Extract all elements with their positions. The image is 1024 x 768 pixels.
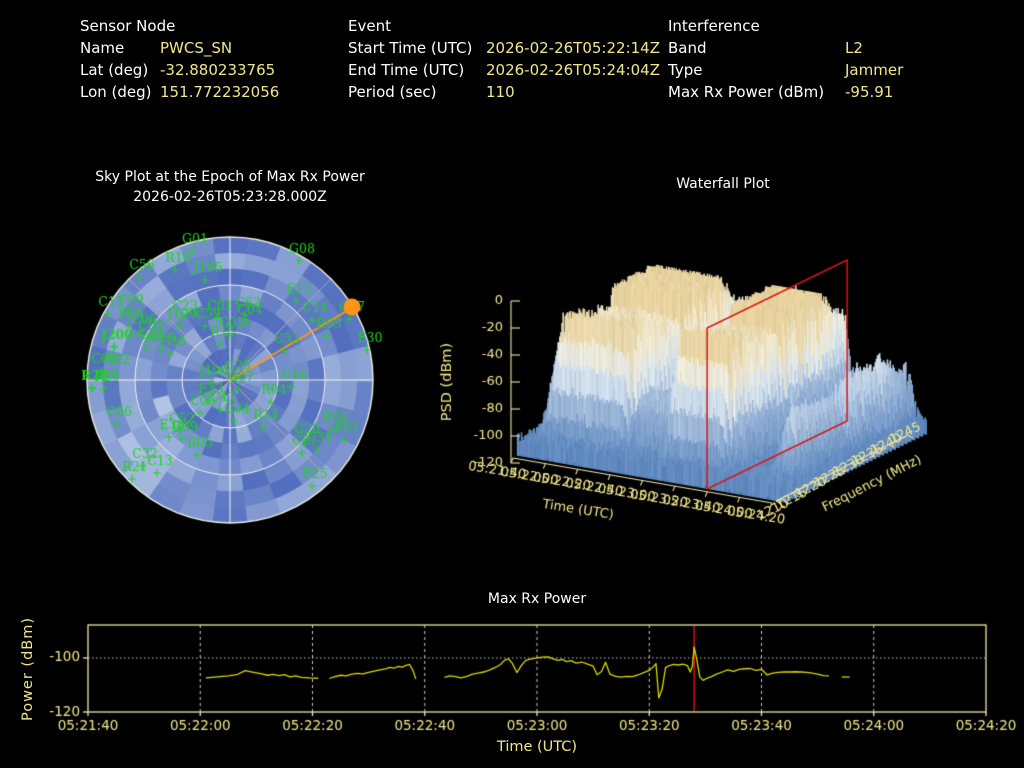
interference-power-value: -95.91 [845, 83, 894, 101]
dashboard: Sensor Node Name PWCS_SN Lat (deg) -32.8… [0, 0, 1024, 768]
sensor-lon-label: Lon (deg) [80, 83, 152, 101]
sensor-name-label: Name [80, 39, 125, 57]
sky-plot-subtitle: 2026-02-26T05:23:28.000Z [133, 189, 327, 205]
event-title: Event [348, 17, 391, 35]
power-y-axis-label: Power (dBm) [20, 616, 36, 722]
interference-title: Interference [668, 17, 760, 35]
waterfall-canvas [410, 180, 1024, 568]
interference-band-label: Band [668, 39, 707, 57]
event-period-value: 110 [486, 83, 515, 101]
interference-power-label: Max Rx Power (dBm) [668, 83, 825, 101]
sensor-node-title: Sensor Node [80, 17, 176, 35]
interference-band-value: L2 [845, 39, 863, 57]
power-x-axis-label: Time (UTC) [496, 739, 578, 755]
sky-plot-title: Sky Plot at the Epoch of Max Rx Power [95, 169, 365, 185]
event-end-value: 2026-02-26T05:24:04Z [486, 61, 660, 79]
sensor-name-value: PWCS_SN [160, 39, 233, 57]
sensor-lat-label: Lat (deg) [80, 61, 149, 79]
sensor-lon-value: 151.772232056 [160, 83, 280, 101]
interference-type-value: Jammer [845, 61, 904, 79]
event-end-label: End Time (UTC) [348, 61, 465, 79]
sky-plot-canvas [50, 205, 410, 545]
sensor-lat-value: -32.880233765 [160, 61, 276, 79]
event-start-value: 2026-02-26T05:22:14Z [486, 39, 660, 57]
interference-type-label: Type [668, 61, 703, 79]
event-period-label: Period (sec) [348, 83, 437, 101]
event-start-label: Start Time (UTC) [348, 39, 473, 57]
